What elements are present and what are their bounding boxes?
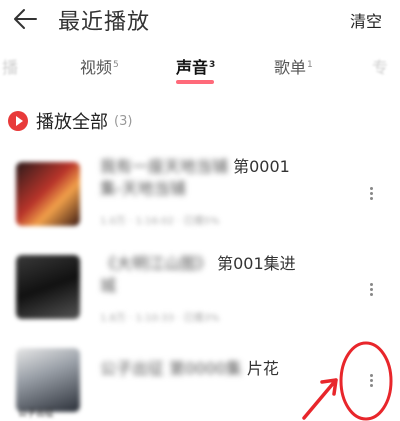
tab-audio[interactable]: 声音3 — [176, 54, 215, 78]
play-all-label: 播放全部 — [36, 112, 108, 133]
tab-playlist[interactable]: 歌单1 — [274, 54, 313, 78]
cover-image — [16, 162, 80, 226]
play-circle-icon — [8, 111, 28, 131]
active-tab-indicator — [176, 80, 214, 84]
item-title: 公子出征 第0000集 片花 — [100, 359, 279, 378]
top-bar: 最近播放 清空 — [0, 0, 400, 40]
tab-playlist-count: 1 — [307, 59, 313, 70]
tab-video-count: 5 — [113, 59, 119, 70]
item-meta: 1.0万 · 1:16:02 · 已播5% — [100, 216, 220, 227]
tab-video[interactable]: 视频5 — [80, 54, 119, 78]
cover-image — [16, 255, 80, 319]
play-all-row[interactable]: 播放全部 (3) — [8, 108, 132, 134]
tab-partial-left[interactable]: 播 — [2, 54, 18, 78]
category-tabs: 播 视频5 声音3 歌单1 专 — [0, 54, 400, 90]
cover-image — [16, 348, 80, 412]
item-title: 我有一座天地当铺 第0001 集-天地当铺 — [100, 157, 290, 198]
item-meta: 1.8万 · 1:10:33 · 已播3% — [100, 313, 220, 324]
list-item[interactable]: 公子出征 公子出征 第0000集 片花 — [0, 340, 400, 421]
play-all-count: (3) — [114, 113, 133, 129]
list-item[interactable]: 《大明江山图》 第001集进 城 1.8万 · 1:10:33 · 已播3% — [0, 245, 400, 337]
more-options-icon[interactable] — [364, 372, 378, 394]
more-options-icon[interactable] — [364, 185, 378, 207]
tab-audio-count: 3 — [209, 59, 216, 70]
clear-button[interactable]: 清空 — [350, 8, 382, 32]
list-item[interactable]: 我有一座天地当铺 第0001 集-天地当铺 1.0万 · 1:16:02 · 已… — [0, 150, 400, 242]
tab-partial-right[interactable]: 专 — [372, 54, 388, 78]
item-title: 《大明江山图》 第001集进 城 — [100, 254, 296, 295]
back-arrow-icon[interactable] — [12, 7, 38, 31]
page-title: 最近播放 — [58, 10, 151, 35]
cover-tag: 公子出征 — [18, 409, 55, 419]
more-options-icon[interactable] — [364, 281, 378, 303]
